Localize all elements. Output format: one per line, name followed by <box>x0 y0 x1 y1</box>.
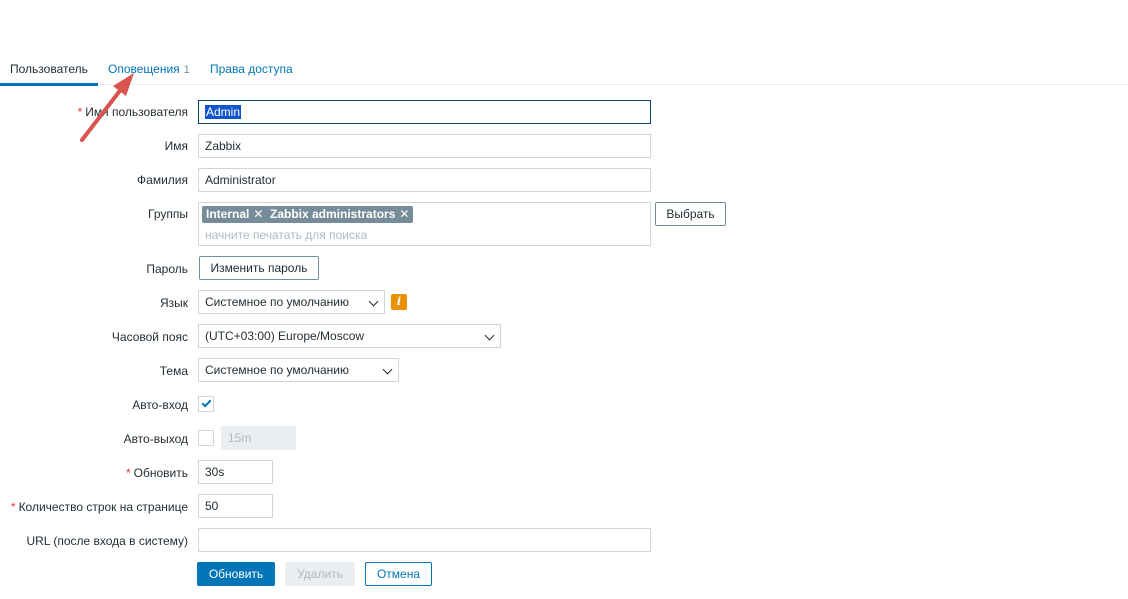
autologin-checkbox[interactable] <box>198 396 214 412</box>
change-password-button[interactable]: Изменить пароль <box>199 256 319 280</box>
required-marker: * <box>77 105 83 119</box>
active-tab-indicator <box>0 83 98 86</box>
tab-bar: Пользователь Оповещения 1 Права доступа <box>0 56 1128 86</box>
group-chip-internal: Internal ✕ <box>202 206 268 223</box>
name-label: Имя <box>164 139 188 153</box>
group-chip-zabbix-administrators: Zabbix administrators ✕ <box>266 206 414 223</box>
url-input[interactable] <box>198 528 651 552</box>
theme-select[interactable]: Системное по умолчанию <box>198 358 399 382</box>
required-marker: * <box>10 500 16 514</box>
groups-multiselect[interactable]: Internal ✕ Zabbix administrators ✕ начните… <box>198 202 651 246</box>
groups-search-placeholder[interactable]: начните печатать для поиска <box>205 228 367 242</box>
delete-button: Удалить <box>285 562 355 586</box>
timezone-select[interactable]: (UTC+03:00) Europe/Moscow <box>198 324 501 348</box>
tab-user[interactable]: Пользователь <box>10 62 88 76</box>
groups-label: Группы <box>148 207 188 221</box>
surname-input[interactable]: Administrator <box>198 168 651 192</box>
chevron-down-icon <box>382 364 393 375</box>
cancel-button[interactable]: Отмена <box>365 562 432 586</box>
tab-notifications-label: Оповещения <box>108 62 180 76</box>
timezone-label: Часовой пояс <box>111 330 188 344</box>
refresh-label: * Обновить <box>125 466 188 480</box>
language-label: Язык <box>159 296 188 310</box>
tab-notifications-count: 1 <box>183 64 190 76</box>
surname-label: Фамилия <box>137 173 188 187</box>
username-input[interactable]: Admin <box>198 100 651 124</box>
rows-per-page-label: * Количество строк на странице <box>10 500 188 514</box>
chevron-down-icon <box>368 296 379 307</box>
required-marker: * <box>125 466 131 480</box>
refresh-input[interactable]: 30s <box>198 460 273 484</box>
autologout-checkbox[interactable] <box>198 430 214 446</box>
info-icon[interactable]: i <box>391 294 407 310</box>
autologin-label: Авто-вход <box>132 398 188 412</box>
remove-chip-icon[interactable]: ✕ <box>399 207 409 221</box>
autologout-label: Авто-выход <box>123 432 188 446</box>
language-select[interactable]: Системное по умолчанию <box>198 290 385 314</box>
update-button[interactable]: Обновить <box>197 562 275 586</box>
chevron-down-icon <box>484 330 495 341</box>
rows-per-page-input[interactable]: 50 <box>198 494 273 518</box>
name-input[interactable]: Zabbix <box>198 134 651 158</box>
url-label: URL (после входа в систему) <box>26 534 188 548</box>
username-label: * Имя пользователя <box>77 105 188 119</box>
autologout-input: 15m <box>221 426 296 450</box>
theme-label: Тема <box>159 364 188 378</box>
tab-permissions[interactable]: Права доступа <box>210 62 293 76</box>
password-label: Пароль <box>146 262 188 276</box>
checkmark-icon <box>201 397 212 408</box>
remove-chip-icon[interactable]: ✕ <box>253 207 263 221</box>
select-groups-button[interactable]: Выбрать <box>655 202 726 226</box>
tab-notifications[interactable]: Оповещения 1 <box>108 62 190 76</box>
